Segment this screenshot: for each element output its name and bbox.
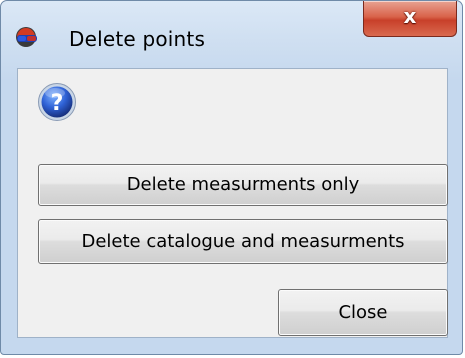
delete-catalogue-and-measurements-button[interactable]: Delete catalogue and measurments: [38, 219, 448, 264]
close-icon: x: [403, 4, 417, 28]
close-button[interactable]: Close: [278, 289, 448, 336]
dialog-window: Delete points x ? Delete measurments onl…: [0, 0, 463, 355]
window-close-button[interactable]: x: [363, 1, 457, 37]
title-bar[interactable]: Delete points x: [1, 1, 462, 67]
svg-text:?: ?: [51, 91, 64, 116]
question-icon: ?: [38, 83, 76, 121]
glasses-icon: [16, 27, 37, 47]
window-title: Delete points: [69, 27, 206, 51]
delete-measurements-only-button[interactable]: Delete measurments only: [38, 164, 448, 206]
dialog-body: ? Delete measurments only Delete catalog…: [17, 68, 448, 338]
